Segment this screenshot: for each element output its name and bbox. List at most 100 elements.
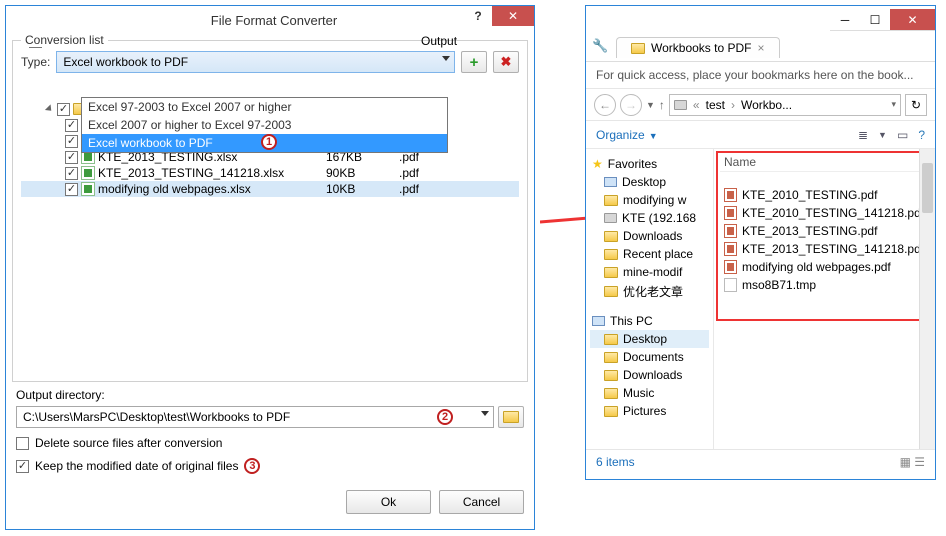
nav-bar: ← → ▼ ↑ « test › Workbo... ▾ ↻	[586, 89, 935, 121]
star-icon: ★	[592, 157, 603, 171]
conversion-list-group: Conversion list Type: Excel workbook to …	[12, 40, 528, 382]
wrench-icon: 🔧	[592, 38, 608, 54]
pdf-icon	[724, 242, 737, 256]
pdf-icon	[724, 188, 737, 202]
nav-item[interactable]: Downloads	[590, 227, 709, 245]
forward-button[interactable]: →	[620, 94, 642, 116]
close-button[interactable]: ✕	[890, 9, 935, 31]
help-button[interactable]: ?	[464, 6, 492, 26]
folder-icon	[604, 249, 618, 260]
tab-title: Workbooks to PDF	[651, 41, 751, 55]
pdf-icon	[724, 206, 737, 220]
chevron-down-icon[interactable]	[481, 411, 489, 416]
ok-button[interactable]: Ok	[346, 490, 431, 514]
folder-checkbox[interactable]	[57, 103, 70, 116]
preview-pane-icon[interactable]: ▭	[897, 128, 908, 142]
folder-icon	[604, 286, 618, 297]
nav-item[interactable]: mine-modif	[590, 263, 709, 281]
remove-button[interactable]: ✖	[493, 51, 519, 73]
file-row[interactable]: KTE_2013_TESTING_141218.xlsx 90KB .pdf	[21, 165, 519, 181]
minimize-button[interactable]: ─	[830, 9, 860, 31]
address-bar[interactable]: « test › Workbo... ▾	[669, 94, 901, 116]
desktop-icon	[604, 177, 617, 187]
file-checkbox[interactable]	[65, 151, 78, 164]
nav-item[interactable]: KTE (192.168	[590, 209, 709, 227]
nav-item[interactable]: 优化老文章	[590, 281, 709, 302]
nav-item[interactable]: Downloads	[590, 366, 709, 384]
file-checkbox[interactable]	[65, 119, 78, 132]
folder-icon	[604, 406, 618, 417]
type-dropdown-list: Excel 97-2003 to Excel 2007 or higher Ex…	[81, 97, 448, 153]
breadcrumb-item[interactable]: test	[706, 98, 725, 112]
organize-menu[interactable]: Organize▼	[596, 128, 658, 142]
output-column-header: Output	[421, 34, 457, 48]
dropdown-option-selected[interactable]: Excel workbook to PDF 1	[82, 134, 447, 152]
folder-icon	[604, 370, 618, 381]
nav-favorites[interactable]: ★Favorites	[590, 155, 709, 173]
help-icon[interactable]: ?	[918, 128, 925, 142]
browser-tab[interactable]: Workbooks to PDF ×	[616, 37, 780, 58]
output-directory-input[interactable]: C:\Users\MarsPC\Desktop\test\Workbooks t…	[16, 406, 494, 428]
navigation-pane: ★Favorites Desktop modifying w KTE (192.…	[586, 149, 714, 449]
pc-icon	[592, 316, 605, 326]
close-tab-icon[interactable]: ×	[757, 41, 764, 55]
add-button[interactable]: +	[461, 51, 487, 73]
view-icon[interactable]: ≣	[858, 128, 868, 142]
nav-item-selected[interactable]: Desktop	[590, 330, 709, 348]
type-label: Type:	[21, 55, 50, 69]
callout-marker-2: 2	[437, 409, 453, 425]
scrollbar-thumb[interactable]	[922, 163, 933, 213]
chevron-down-icon[interactable]: ▼	[646, 100, 655, 110]
file-row-selected[interactable]: modifying old webpages.xlsx 10KB .pdf	[21, 181, 519, 197]
explorer-window: ─ ☐ ✕ 🔧 Workbooks to PDF × For quick acc…	[585, 5, 936, 480]
folder-icon	[604, 334, 618, 345]
window-title: File Format Converter	[14, 13, 534, 28]
drive-icon	[674, 100, 687, 110]
up-button[interactable]: ↑	[659, 98, 665, 112]
xlsx-icon	[81, 182, 95, 196]
delete-source-checkbox[interactable]	[16, 437, 29, 450]
titlebar: File Format Converter ? ✕	[6, 6, 534, 34]
nav-item[interactable]: Pictures	[590, 402, 709, 420]
cancel-button[interactable]: Cancel	[439, 490, 524, 514]
nav-item[interactable]: Desktop	[590, 173, 709, 191]
chevron-down-icon	[442, 56, 450, 61]
browse-button[interactable]	[498, 406, 524, 428]
expand-icon[interactable]	[45, 104, 54, 113]
drive-icon	[604, 213, 617, 223]
type-selected-value: Excel workbook to PDF	[63, 55, 188, 69]
type-combobox[interactable]: Excel workbook to PDF	[56, 51, 455, 73]
folder-icon	[604, 231, 618, 242]
nav-item[interactable]: Music	[590, 384, 709, 402]
maximize-button[interactable]: ☐	[860, 9, 890, 31]
nav-item[interactable]: Documents	[590, 348, 709, 366]
breadcrumb-item[interactable]: Workbo...	[741, 98, 792, 112]
status-text: 6 items	[596, 455, 635, 469]
dropdown-option[interactable]: Excel 2007 or higher to Excel 97-2003	[82, 116, 447, 134]
converter-window: File Format Converter ? ✕ Conversion lis…	[5, 5, 535, 530]
nav-this-pc[interactable]: This PC	[590, 312, 709, 330]
scrollbar[interactable]	[919, 149, 935, 449]
status-bar: 6 items ▦ ☰	[586, 449, 935, 473]
file-checkbox[interactable]	[65, 135, 78, 148]
file-checkbox[interactable]	[65, 167, 78, 180]
delete-source-label: Delete source files after conversion	[35, 436, 222, 450]
folder-icon	[631, 43, 645, 54]
browser-tab-strip: 🔧 Workbooks to PDF ×	[586, 34, 935, 62]
nav-item[interactable]: Recent place	[590, 245, 709, 263]
pdf-icon	[724, 224, 737, 238]
view-toggle-icons[interactable]: ▦ ☰	[900, 455, 925, 469]
close-button[interactable]: ✕	[492, 6, 534, 26]
nav-item[interactable]: modifying w	[590, 191, 709, 209]
file-checkbox[interactable]	[65, 183, 78, 196]
refresh-button[interactable]: ↻	[905, 94, 927, 116]
callout-marker-3: 3	[244, 458, 260, 474]
callout-marker-1: 1	[261, 134, 277, 150]
keep-date-checkbox[interactable]	[16, 460, 29, 473]
dropdown-option[interactable]: Excel 97-2003 to Excel 2007 or higher	[82, 98, 447, 116]
highlight-annotation	[716, 151, 933, 321]
folder-icon	[503, 411, 519, 423]
output-directory-label: Output directory:	[16, 388, 524, 402]
back-button[interactable]: ←	[594, 94, 616, 116]
folder-icon	[604, 388, 618, 399]
